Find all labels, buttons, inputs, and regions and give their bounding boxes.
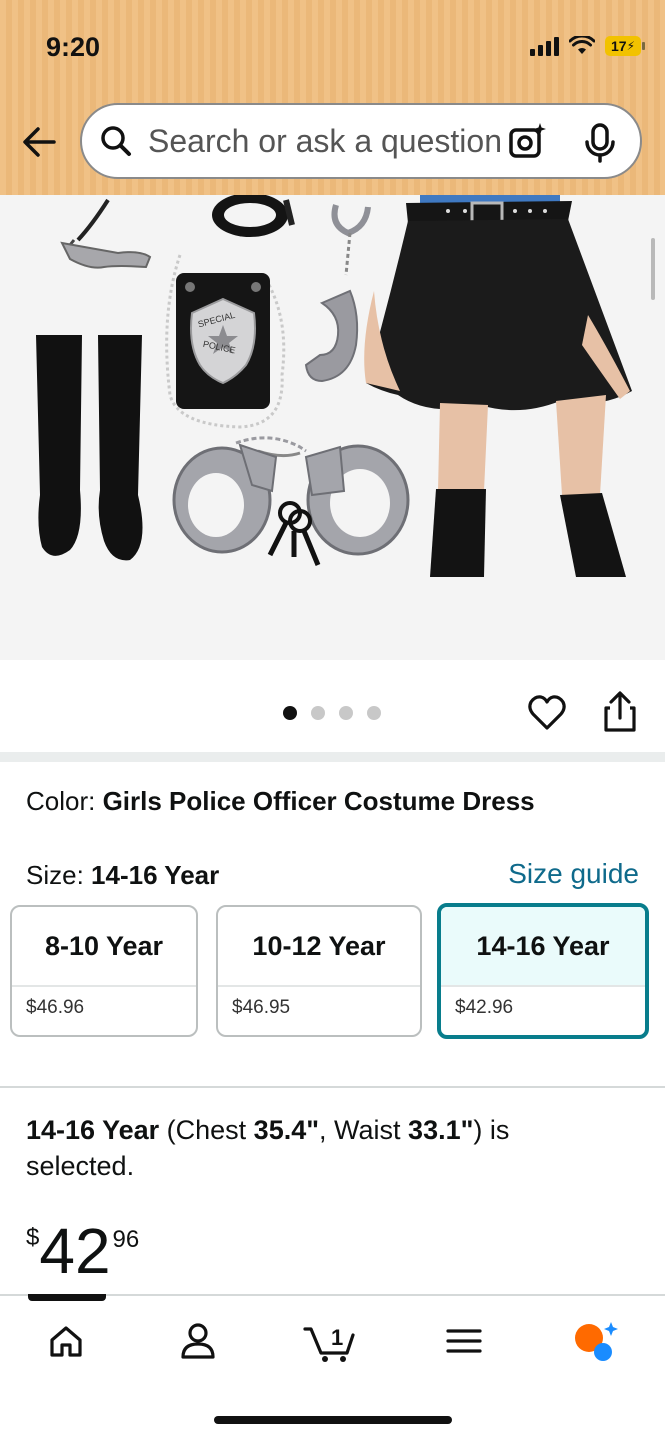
battery-level: 17: [610, 38, 627, 54]
waist-measure: 33.1": [408, 1115, 474, 1145]
carousel-dot[interactable]: [367, 706, 381, 720]
carousel-controls: [0, 660, 665, 752]
size-label: Size:: [26, 860, 92, 890]
size-option-14-16[interactable]: 14-16 Year $42.96: [437, 903, 649, 1039]
color-value: Girls Police Officer Costume Dress: [102, 786, 535, 816]
color-label: Color:: [26, 786, 103, 816]
section-divider: [0, 752, 665, 762]
cart-count: 1: [331, 1325, 343, 1350]
home-indicator: [214, 1416, 452, 1424]
nav-home[interactable]: [36, 1316, 96, 1366]
search-bar[interactable]: [80, 103, 642, 179]
price-fraction: 96: [112, 1226, 140, 1253]
nav-menu[interactable]: [434, 1316, 494, 1366]
nav-account[interactable]: [168, 1316, 228, 1366]
status-icons: 17 ⚡: [530, 36, 645, 56]
camera-sparkle-icon[interactable]: [508, 121, 548, 161]
price-currency: $: [26, 1224, 40, 1251]
heart-icon[interactable]: [526, 692, 568, 734]
section-divider: [0, 1086, 665, 1088]
home-icon: [50, 1326, 82, 1357]
size-option-price: $42.96: [455, 997, 514, 1018]
search-input[interactable]: [148, 122, 510, 160]
search-icon: [101, 126, 131, 156]
wifi-icon: [569, 36, 595, 54]
product-image: SPECIAL POLICE: [36, 195, 632, 577]
hamburger-menu-icon: [446, 1329, 482, 1353]
microphone-icon[interactable]: [582, 123, 618, 163]
rufus-assistant-icon: [575, 1322, 618, 1361]
nav-cart[interactable]: 1: [300, 1316, 360, 1366]
carousel-dot[interactable]: [283, 706, 297, 720]
cellular-signal-icon: [530, 36, 559, 56]
status-time: 9:20: [46, 32, 101, 62]
size-option-price: $46.95: [232, 997, 291, 1018]
person-icon: [181, 1323, 215, 1359]
battery-icon: 17 ⚡: [605, 36, 645, 56]
active-tab-indicator: [28, 1294, 106, 1301]
size-option-name: 8-10 Year: [12, 907, 196, 987]
carousel-dot[interactable]: [339, 706, 353, 720]
app-header: 9:20 17 ⚡: [0, 0, 665, 195]
product-price: $ 42 96: [26, 1218, 139, 1284]
size-option-8-10[interactable]: 8-10 Year $46.96: [10, 905, 198, 1037]
size-option-name: 10-12 Year: [218, 907, 420, 987]
share-icon[interactable]: [600, 690, 640, 734]
chest-measure: 35.4": [253, 1115, 320, 1145]
selection-summary: 14-16 Year (Chest 35.4", Waist 33.1") is…: [26, 1115, 510, 1181]
cart-icon: 1: [303, 1325, 355, 1362]
carousel-dots: [283, 706, 381, 720]
size-selection: Size: 14-16 Year: [26, 860, 219, 891]
size-option-name: 14-16 Year: [441, 907, 645, 987]
size-option-10-12[interactable]: 10-12 Year $46.95: [216, 905, 422, 1037]
size-option-price: $46.96: [26, 997, 85, 1018]
nav-rufus[interactable]: [564, 1316, 624, 1366]
scroll-indicator: [651, 238, 655, 300]
arrow-left-icon[interactable]: [18, 120, 62, 164]
price-whole: 42: [39, 1215, 111, 1287]
color-selection: Color: Girls Police Officer Costume Dres…: [26, 786, 535, 817]
size-guide-link[interactable]: Size guide: [508, 858, 639, 890]
size-value: 14-16 Year: [91, 860, 220, 890]
selected-size: 14-16 Year: [26, 1115, 160, 1145]
carousel-dot[interactable]: [311, 706, 325, 720]
product-image-carousel[interactable]: SPECIAL POLICE: [0, 195, 665, 660]
